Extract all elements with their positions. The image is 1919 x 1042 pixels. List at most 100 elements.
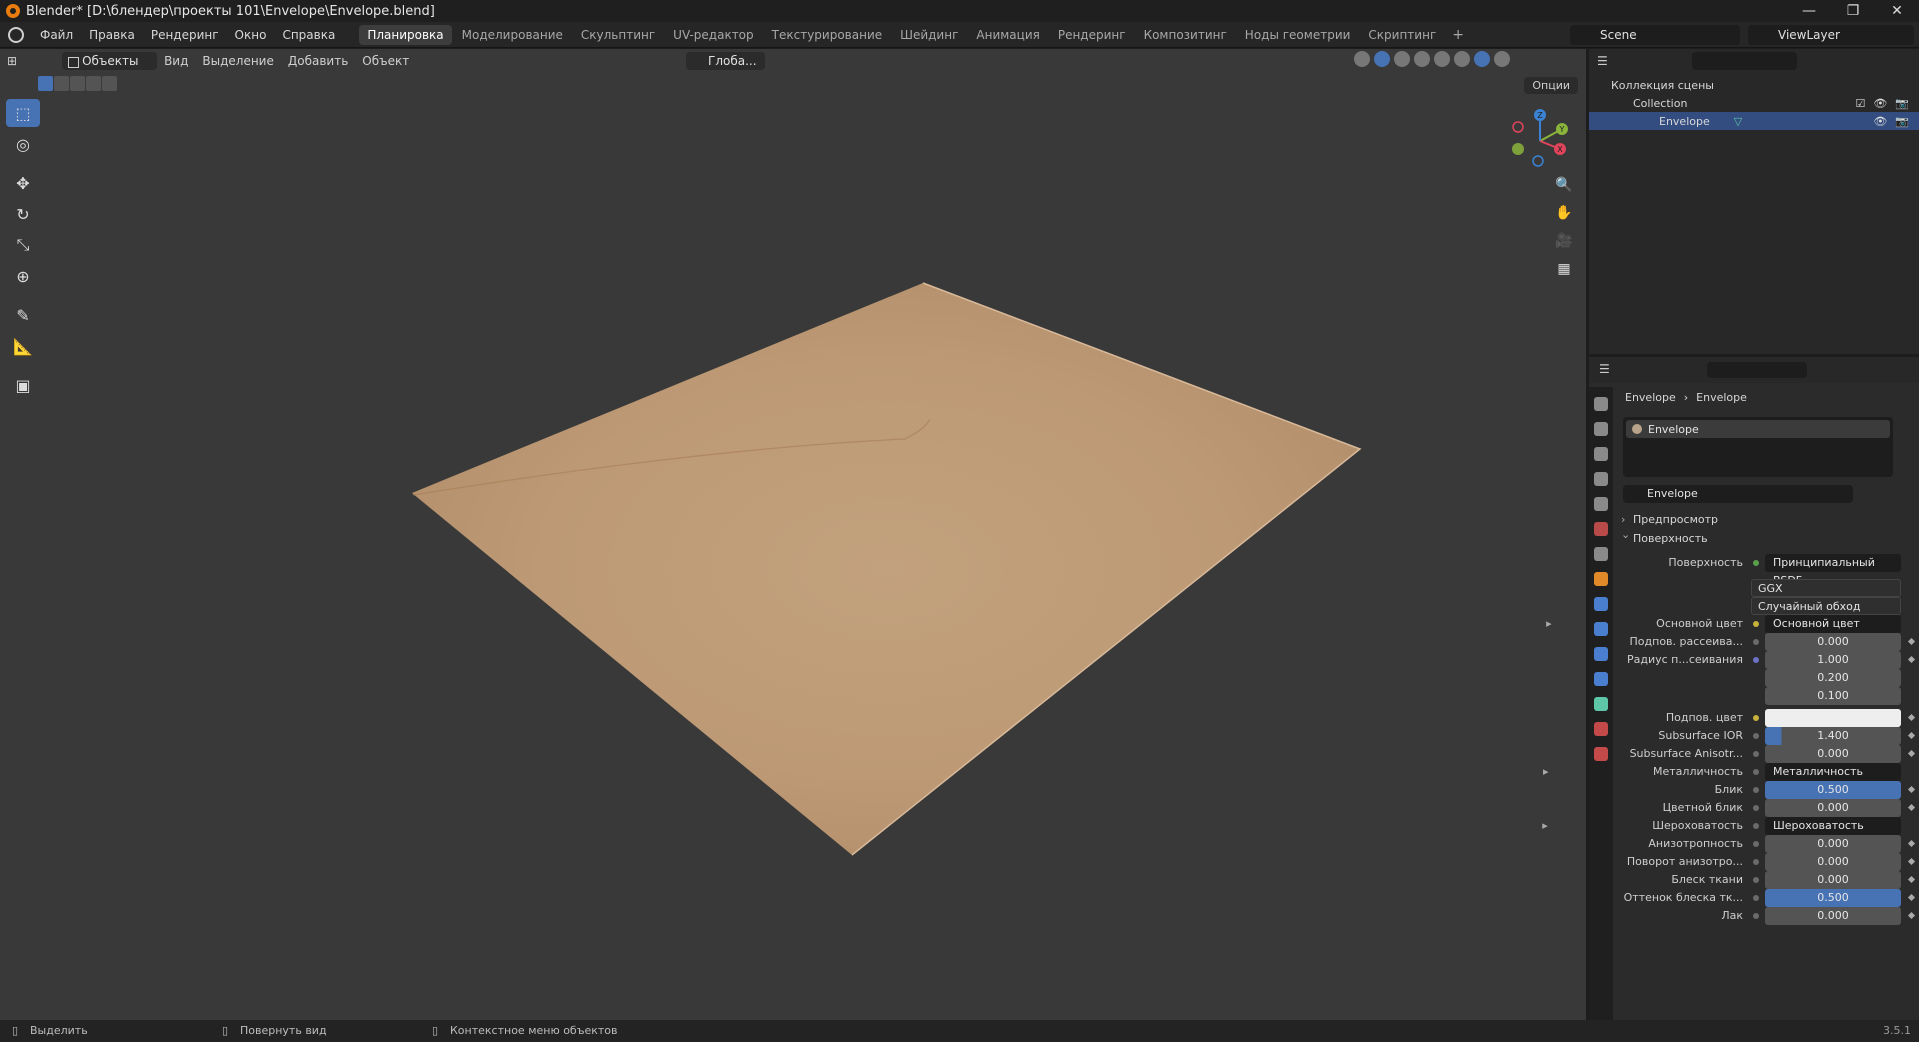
camera-icon[interactable]: 📷 <box>1895 115 1909 128</box>
tool-tab-icon[interactable] <box>1594 397 1608 411</box>
camera-icon[interactable]: 📷 <box>1895 97 1909 110</box>
annotate-tool-icon[interactable]: ✎ <box>6 301 40 329</box>
transform-orientation[interactable]: Глоба... <box>686 52 765 70</box>
navigation-gizmo[interactable]: Y Z X <box>1504 105 1576 177</box>
constraints-tab-icon[interactable] <box>1594 672 1608 686</box>
gizmo-toggle-icon[interactable] <box>1374 51 1390 67</box>
physics-tab-icon[interactable] <box>1594 647 1608 661</box>
minimize-button[interactable]: — <box>1787 0 1831 22</box>
distribution-dropdown[interactable]: GGX <box>1751 579 1901 597</box>
move-tool-icon[interactable]: ✥ <box>6 169 40 197</box>
tab-compositing[interactable]: Композитинг <box>1136 25 1235 45</box>
tab-shading[interactable]: Шейдинг <box>892 25 966 45</box>
keyframe-icon[interactable] <box>1907 911 1916 920</box>
metallic-link-field[interactable]: Металличность <box>1765 763 1901 781</box>
tab-geometry-nodes[interactable]: Ноды геометрии <box>1237 25 1359 45</box>
outliner-editor-icon[interactable]: ☰ <box>1597 54 1608 68</box>
keyframe-icon[interactable] <box>1907 839 1916 848</box>
menu-file[interactable]: Файл <box>32 28 81 42</box>
select-extend-icon[interactable] <box>54 76 69 91</box>
clearcoat-field[interactable]: 0.000 <box>1765 907 1901 925</box>
select-invert-icon[interactable] <box>86 76 101 91</box>
material-shading-icon[interactable] <box>1474 51 1490 67</box>
options-dropdown[interactable]: Опции <box>1524 77 1578 94</box>
subsurface-field[interactable]: 0.000 <box>1765 633 1901 651</box>
editor-type-icon[interactable]: ⊞ <box>0 54 24 68</box>
transform-tool-icon[interactable]: ⊕ <box>6 262 40 290</box>
camera-view-icon[interactable]: 🎥 <box>1552 230 1576 252</box>
overlay-icon[interactable] <box>1394 51 1410 67</box>
anisotropic-field[interactable]: 0.000 <box>1765 835 1901 853</box>
outliner-search-input[interactable] <box>1692 52 1797 70</box>
subsurface-radius-y-field[interactable]: 0.200 <box>1765 669 1901 687</box>
world-tab-icon[interactable] <box>1594 522 1608 536</box>
menu-add[interactable]: Добавить <box>281 54 355 68</box>
pan-hand-icon[interactable]: ✋ <box>1552 202 1576 224</box>
3d-viewport[interactable]: ⊞ Объекты Вид Выделение Добавить Объект … <box>0 49 1586 1020</box>
sheen-tint-field[interactable]: 0.500 <box>1765 889 1901 907</box>
gizmo-neg-z[interactable] <box>1532 155 1544 167</box>
material-name-field[interactable]: Envelope <box>1623 485 1853 503</box>
keyframe-icon[interactable] <box>1907 637 1916 646</box>
menu-object[interactable]: Объект <box>355 54 416 68</box>
particles-tab-icon[interactable] <box>1594 622 1608 636</box>
keyframe-icon[interactable] <box>1907 655 1916 664</box>
solid-shading-icon[interactable] <box>1454 51 1470 67</box>
tab-rendering[interactable]: Рендеринг <box>1050 25 1134 45</box>
scene-tab-icon[interactable] <box>1594 497 1608 511</box>
texture-tab-icon[interactable] <box>1594 747 1608 761</box>
menu-help[interactable]: Справка <box>274 28 343 42</box>
subsurface-ior-field[interactable]: 1.400 <box>1765 727 1901 745</box>
keyframe-icon[interactable] <box>1907 893 1916 902</box>
keyframe-icon[interactable] <box>1907 875 1916 884</box>
keyframe-icon[interactable] <box>1907 731 1916 740</box>
menu-window[interactable]: Окно <box>227 28 275 42</box>
wireframe-shading-icon[interactable] <box>1434 51 1450 67</box>
properties-search-input[interactable] <box>1707 362 1807 378</box>
mesh-data-icon[interactable]: ▽ <box>1734 115 1742 128</box>
cursor-tool-icon[interactable]: ◎ <box>6 130 40 158</box>
subsurface-radius-x-field[interactable]: 1.000 <box>1765 651 1901 669</box>
keyframe-icon[interactable] <box>1907 713 1916 722</box>
sheen-field[interactable]: 0.000 <box>1765 871 1901 889</box>
keyframe-icon[interactable] <box>1907 785 1916 794</box>
gizmo-neg-y[interactable] <box>1512 143 1524 155</box>
scene-selector[interactable]: Scene <box>1570 25 1740 45</box>
menu-select[interactable]: Выделение <box>195 54 280 68</box>
envelope-mesh[interactable] <box>0 49 1586 1020</box>
tab-uv-editing[interactable]: UV-редактор <box>665 25 761 45</box>
mode-selector[interactable]: Объекты <box>62 52 158 70</box>
mesh-data-tab-icon[interactable] <box>1594 697 1608 711</box>
roughness-link-field[interactable]: Шероховатость <box>1765 817 1901 835</box>
gizmo-neg-x[interactable] <box>1512 121 1524 133</box>
properties-editor-icon[interactable]: ☰ <box>1599 362 1610 376</box>
zoom-icon[interactable]: 🔍 <box>1552 174 1576 196</box>
outliner-collection[interactable]: Collection ☑ 👁 📷 <box>1589 94 1919 112</box>
select-new-icon[interactable] <box>38 76 53 91</box>
keyframe-icon[interactable] <box>1907 749 1916 758</box>
menu-render[interactable]: Рендеринг <box>143 28 227 42</box>
measure-tool-icon[interactable]: 📐 <box>6 332 40 360</box>
specular-field[interactable]: 0.500 <box>1765 781 1901 799</box>
rotate-tool-icon[interactable]: ↻ <box>6 200 40 228</box>
xray-icon[interactable] <box>1414 51 1430 67</box>
base-color-link-field[interactable]: Основной цвет <box>1765 615 1901 633</box>
material-slot[interactable]: Envelope <box>1626 420 1890 438</box>
anisotropic-rotation-field[interactable]: 0.000 <box>1765 853 1901 871</box>
outliner-envelope-object[interactable]: Envelope ▽ 👁 📷 <box>1589 112 1919 130</box>
tab-scripting[interactable]: Скриптинг <box>1360 25 1444 45</box>
view-layer-selector[interactable]: ViewLayer <box>1748 25 1914 45</box>
add-cube-tool-icon[interactable]: ▣ <box>6 371 40 399</box>
tab-sculpting[interactable]: Скульптинг <box>573 25 663 45</box>
add-workspace-button[interactable]: + <box>1444 27 1472 43</box>
subsurface-radius-z-field[interactable]: 0.100 <box>1765 687 1901 705</box>
maximize-button[interactable]: ❐ <box>1831 0 1875 22</box>
menu-edit[interactable]: Правка <box>81 28 143 42</box>
surface-shader-field[interactable]: Принципиальный BSDF <box>1765 554 1901 587</box>
close-button[interactable]: ✕ <box>1875 0 1919 22</box>
rendered-shading-icon[interactable] <box>1494 51 1510 67</box>
select-intersect-icon[interactable] <box>102 76 117 91</box>
material-tab-icon[interactable] <box>1594 722 1608 736</box>
select-box-tool-icon[interactable]: ⬚ <box>6 99 40 127</box>
select-subtract-icon[interactable] <box>70 76 85 91</box>
